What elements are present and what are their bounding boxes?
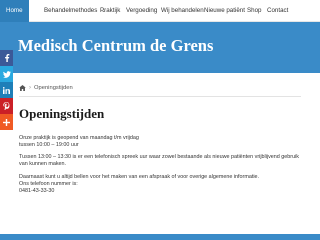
nav-label: Home	[6, 7, 23, 14]
linkedin-icon	[3, 86, 10, 94]
more-share-button[interactable]	[0, 114, 13, 130]
content-line: Ons telefoon nummer is:	[19, 181, 78, 187]
nav-item-home[interactable]: Home	[0, 0, 29, 22]
nav-label: Contact	[267, 7, 289, 14]
breadcrumb: › Openingstijden	[19, 83, 73, 93]
content-line: tussen 10:00 – 19:00 uur	[19, 142, 79, 148]
social-share-bar	[0, 50, 13, 130]
linkedin-share-button[interactable]	[0, 82, 13, 98]
nav-label: Wij behandelen	[161, 7, 204, 14]
page-content: Onze praktijk is geopend van maandag t/m…	[19, 135, 309, 195]
facebook-share-button[interactable]	[0, 50, 13, 66]
nav-item-praktijk[interactable]: Praktijk	[100, 0, 120, 22]
page-title: Openingstijden	[19, 106, 105, 121]
breadcrumb-current: Openingstijden	[34, 85, 73, 91]
nav-item-vergoeding[interactable]: Vergoeding	[126, 0, 157, 22]
nav-item-behandelmethodes[interactable]: Behandelmethodes ⌄	[44, 0, 106, 22]
divider	[19, 96, 301, 97]
home-icon[interactable]	[19, 85, 26, 91]
site-title[interactable]: Medisch Centrum de Grens	[18, 36, 213, 56]
twitter-icon	[2, 70, 11, 78]
nav-item-shop[interactable]: Shop	[247, 0, 261, 22]
nav-label: Vergoeding	[126, 7, 158, 14]
share-plus-icon	[3, 118, 10, 126]
content-line: Tussen 13:00 – 13:30 is er een telefonis…	[19, 154, 299, 167]
footer-bar	[0, 234, 320, 240]
content-line: Daarnaast kunt u altijd bellen voor het …	[19, 174, 260, 180]
twitter-share-button[interactable]	[0, 66, 13, 82]
nav-label: Praktijk	[100, 7, 121, 14]
breadcrumb-separator-icon: ›	[29, 85, 31, 91]
content-line: Onze praktijk is geopend van maandag t/m…	[19, 135, 139, 141]
facebook-icon	[4, 54, 9, 62]
top-navigation: Home Behandelmethodes ⌄ Praktijk Vergoedi…	[0, 0, 320, 22]
phone-number[interactable]: 0481-43-33-30	[19, 188, 309, 195]
pinterest-share-button[interactable]	[0, 98, 13, 114]
pinterest-icon	[3, 102, 10, 110]
hero-banner: Medisch Centrum de Grens	[0, 22, 320, 73]
nav-item-nieuwe-patient[interactable]: Nieuwe patiënt	[204, 0, 245, 22]
nav-label: Nieuwe patiënt	[204, 7, 245, 14]
nav-label: Behandelmethodes	[44, 7, 98, 14]
nav-label: Shop	[247, 7, 262, 14]
nav-item-contact[interactable]: Contact	[267, 0, 288, 22]
nav-item-wij-behandelen[interactable]: Wij behandelen	[161, 0, 204, 22]
